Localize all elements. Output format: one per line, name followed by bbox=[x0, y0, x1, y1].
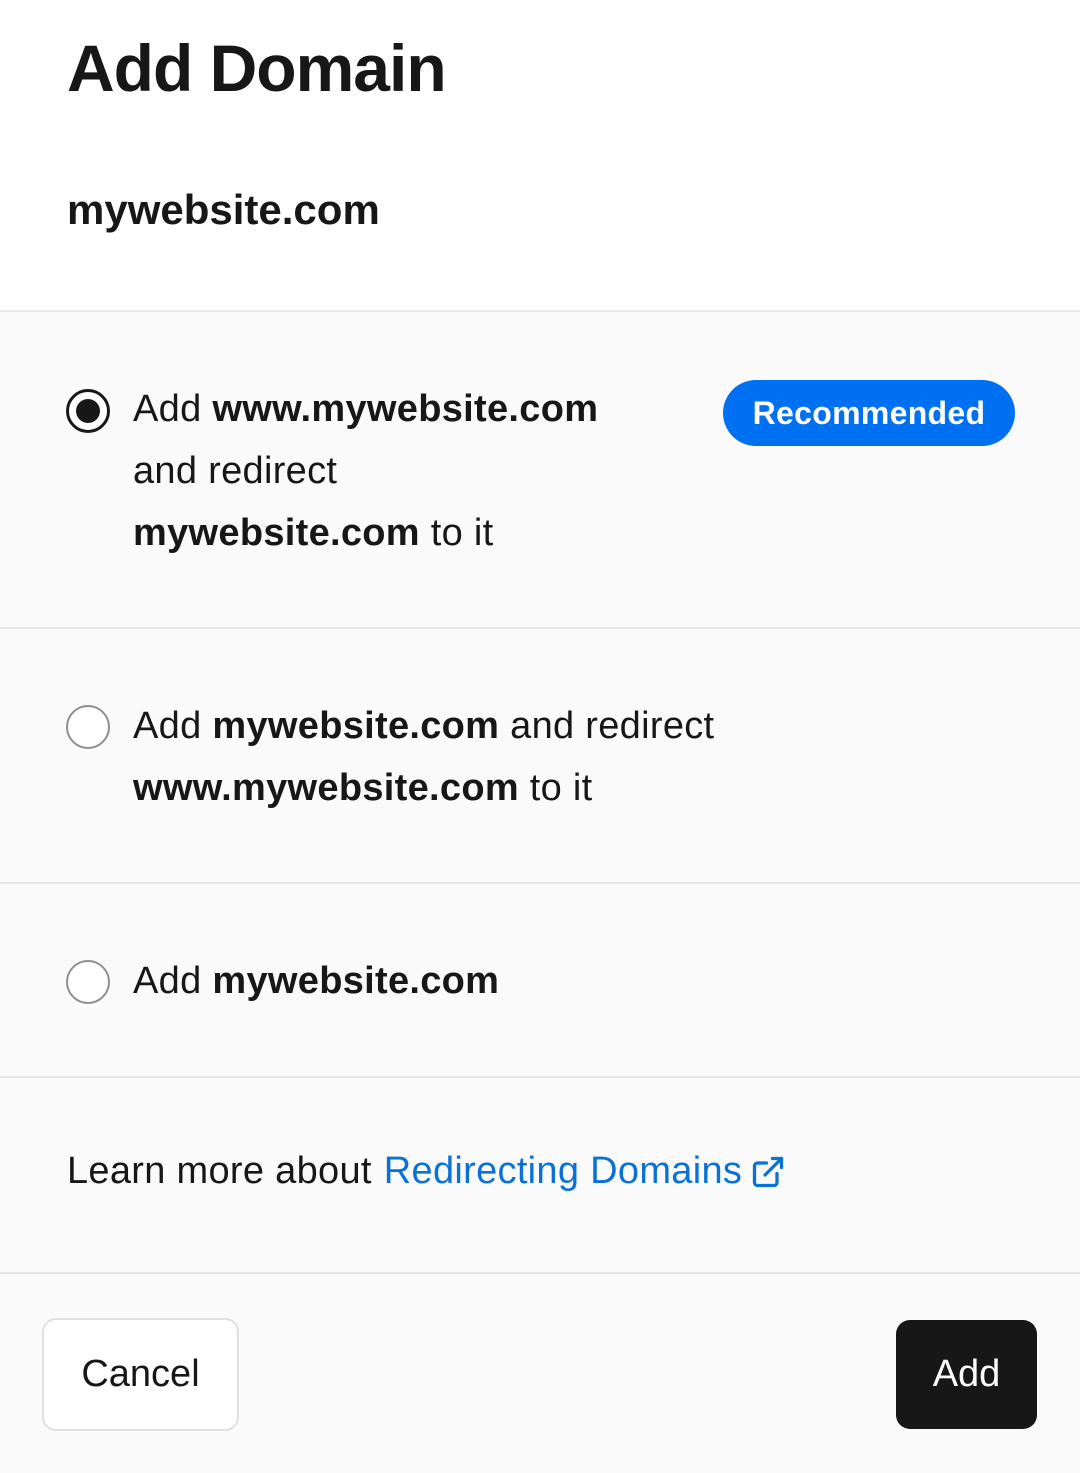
external-link-icon bbox=[753, 1156, 784, 1187]
radio-option-2[interactable] bbox=[66, 705, 110, 749]
redirecting-domains-link[interactable]: Redirecting Domains bbox=[384, 1150, 786, 1193]
option-1-domain-www: www.mywebsite.com bbox=[212, 388, 599, 430]
option-1-text-redirect: and redirect bbox=[133, 450, 338, 492]
dialog-header: Add Domain mywebsite.com bbox=[0, 0, 1080, 312]
option-2-text-to-it: to it bbox=[518, 767, 593, 809]
learn-more-prefix: Learn more about bbox=[67, 1150, 372, 1192]
dialog-title: Add Domain bbox=[67, 31, 447, 105]
option-www-redirect[interactable]: Add www.mywebsite.com and redirect myweb… bbox=[0, 312, 1080, 629]
option-2-text-add: Add bbox=[133, 705, 213, 747]
radio-option-3[interactable] bbox=[66, 960, 110, 1004]
option-1-text-to-it: to it bbox=[419, 512, 494, 554]
radio-option-1[interactable] bbox=[66, 389, 110, 433]
option-apex-only[interactable]: Add mywebsite.com bbox=[0, 884, 1080, 1078]
domain-name: mywebsite.com bbox=[67, 186, 380, 233]
option-1-domain-apex: mywebsite.com bbox=[133, 512, 420, 554]
option-3-text-add: Add bbox=[133, 960, 213, 1002]
add-button[interactable]: Add bbox=[896, 1320, 1037, 1429]
option-2-domain-www: www.mywebsite.com bbox=[133, 767, 519, 809]
option-2-text-redirect: and redirect bbox=[499, 705, 715, 747]
option-3-domain-apex: mywebsite.com bbox=[212, 960, 500, 1002]
learn-more-text: Learn more about Redirecting Domains bbox=[67, 1150, 786, 1193]
option-1-text-add: Add bbox=[133, 388, 213, 430]
option-1-label: Add www.mywebsite.com and redirect myweb… bbox=[133, 378, 598, 564]
footer-divider bbox=[0, 1272, 1080, 1274]
option-apex-redirect[interactable]: Add mywebsite.com and redirect www.myweb… bbox=[0, 629, 1080, 884]
option-2-domain-apex: mywebsite.com bbox=[212, 705, 500, 747]
option-2-label: Add mywebsite.com and redirect www.myweb… bbox=[133, 695, 714, 819]
radio-selected-dot bbox=[76, 399, 100, 423]
cancel-button[interactable]: Cancel bbox=[42, 1318, 239, 1431]
link-label: Redirecting Domains bbox=[383, 1150, 743, 1192]
option-3-label: Add mywebsite.com bbox=[133, 950, 499, 1012]
recommended-badge: Recommended bbox=[723, 380, 1015, 446]
